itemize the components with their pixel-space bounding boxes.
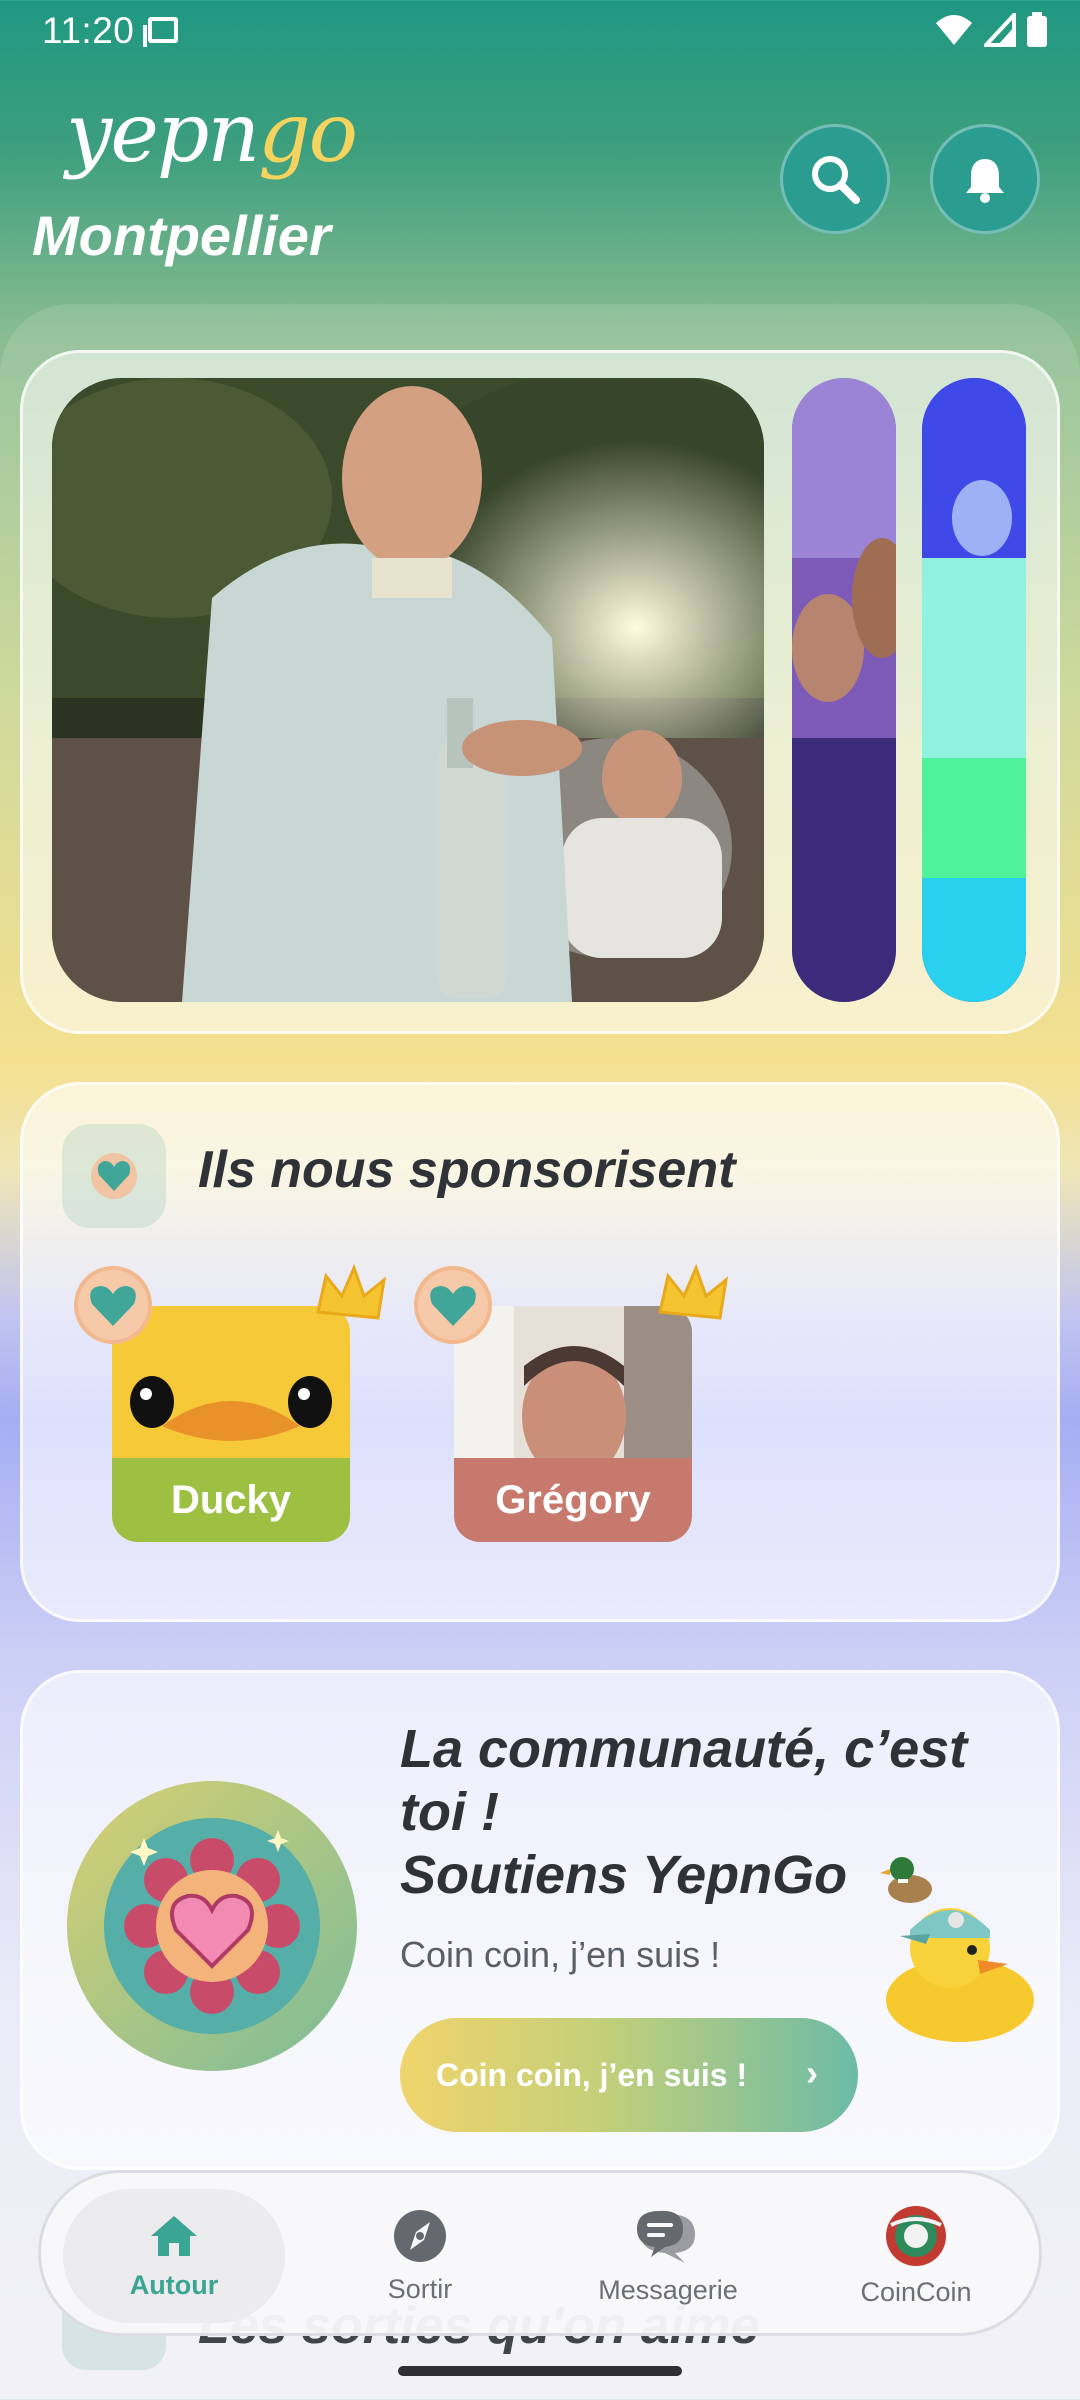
crown-icon — [658, 1263, 729, 1320]
community-title-line2: toi ! — [400, 1782, 499, 1842]
search-icon — [812, 156, 860, 204]
home-icon — [151, 2215, 197, 2256]
sponsors-title: Ils nous sponsorisent — [198, 1141, 736, 1199]
sponsor-name: Grégory — [495, 1477, 651, 1522]
signal-icon — [984, 13, 1016, 47]
logo-main: yepn — [66, 86, 260, 181]
nav-item-coincoin[interactable]: CoinCoin — [805, 2173, 1027, 2339]
join-community-button[interactable]: Coin coin, j’en suis ! › — [400, 2018, 858, 2132]
carousel-photo-2[interactable] — [792, 378, 896, 1002]
search-button[interactable] — [780, 124, 890, 234]
app-logo: yepngo — [66, 86, 358, 181]
photo-image — [792, 378, 896, 1002]
heart-badge-icon — [91, 1153, 137, 1199]
sim-card-icon — [143, 17, 178, 47]
support-heart-badge — [67, 1781, 357, 2071]
wifi-icon — [936, 15, 972, 45]
community-subtitle: Coin coin, j’en suis ! — [400, 1934, 721, 1975]
status-bar: 11:20 — [0, 0, 1080, 62]
nav-label: Messagerie — [598, 2274, 738, 2305]
sponsor-tile-ducky[interactable]: Ducky — [112, 1306, 350, 1542]
city-title[interactable]: Montpellier — [32, 203, 331, 268]
logo-accent: go — [258, 86, 358, 181]
sponsor-tile-gregory[interactable]: Grégory — [454, 1306, 692, 1542]
duck-mascot — [886, 1908, 1034, 2042]
bottom-navigation: Autour Sortir Messagerie CoinCoin — [38, 2170, 1042, 2336]
nav-label: Autour — [129, 2269, 219, 2300]
carousel-photo-3[interactable] — [922, 378, 1026, 1002]
nav-item-autour[interactable]: Autour — [63, 2173, 285, 2339]
chat-icon — [637, 2210, 695, 2263]
gesture-home-bar[interactable] — [398, 2366, 682, 2376]
heart-badge-icon — [74, 1266, 152, 1344]
nav-label: Sortir — [387, 2273, 453, 2304]
sponsor-name: Ducky — [170, 1477, 292, 1522]
notifications-button[interactable] — [930, 124, 1040, 234]
sponsor-section-icon-box — [62, 1124, 166, 1228]
heart-badge-icon — [414, 1266, 492, 1344]
nav-item-sortir[interactable]: Sortir — [309, 2173, 531, 2339]
bell-icon — [966, 159, 1004, 203]
compass-icon — [394, 2209, 446, 2262]
chevron-right-icon: › — [806, 2052, 818, 2093]
community-title: La communauté, c’est toi ! Soutiens Yepn… — [400, 1718, 1000, 1907]
carousel-photo-main[interactable] — [52, 378, 764, 1002]
status-icons — [934, 12, 1048, 48]
crown-icon — [316, 1263, 387, 1320]
status-time: 11:20 — [42, 10, 135, 51]
photo-image — [922, 378, 1026, 1002]
nav-label: CoinCoin — [860, 2276, 972, 2307]
battery-icon — [1027, 12, 1047, 47]
coincoin-avatar-icon — [886, 2205, 946, 2266]
photo-image — [52, 378, 764, 1002]
nav-item-messagerie[interactable]: Messagerie — [557, 2173, 779, 2339]
community-title-line1: La communauté, c’est — [400, 1719, 968, 1779]
cta-label: Coin coin, j’en suis ! — [436, 2056, 748, 2093]
